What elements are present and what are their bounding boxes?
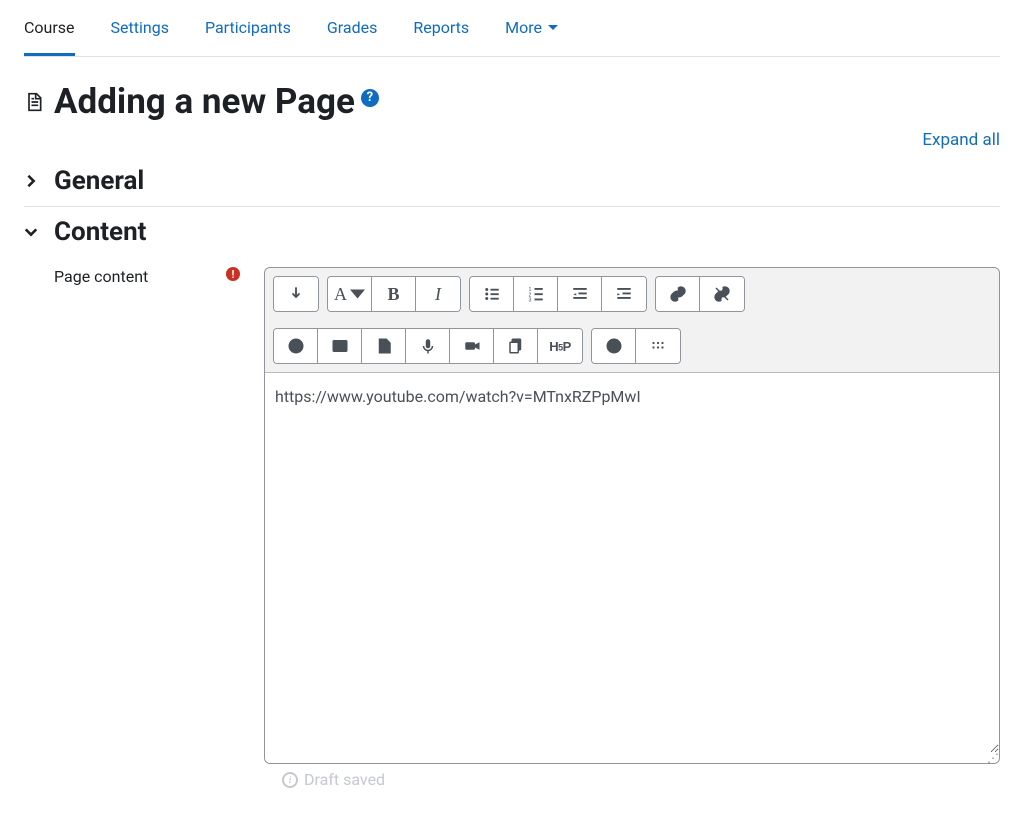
rich-text-editor: A B I 123	[264, 267, 1000, 764]
image-button[interactable]	[318, 329, 362, 363]
chevron-down-icon	[548, 25, 558, 30]
numbered-list-button[interactable]: 123	[514, 277, 558, 311]
italic-button[interactable]: I	[416, 277, 460, 311]
field-label-page-content: Page content	[54, 267, 148, 286]
link-button[interactable]	[656, 277, 700, 311]
chevron-right-icon	[24, 174, 38, 188]
chevron-down-icon	[24, 225, 38, 239]
bold-button[interactable]: B	[372, 277, 416, 311]
tab-grades[interactable]: Grades	[327, 0, 377, 56]
screenreader-helper-button[interactable]	[636, 329, 680, 363]
unlink-button[interactable]	[700, 277, 744, 311]
help-icon[interactable]: ?	[361, 89, 379, 107]
paragraph-style-button[interactable]: A	[328, 277, 372, 311]
page-resource-icon	[24, 92, 44, 112]
record-audio-button[interactable]	[406, 329, 450, 363]
accessibility-checker-button[interactable]	[592, 329, 636, 363]
tab-settings[interactable]: Settings	[111, 0, 169, 56]
section-general: General	[24, 156, 1000, 207]
required-icon: !	[226, 267, 240, 281]
section-content-toggle[interactable]: Content	[24, 217, 1000, 247]
course-nav-tabs: Course Settings Participants Grades Repo…	[24, 0, 1000, 57]
bulleted-list-button[interactable]	[470, 277, 514, 311]
tab-course[interactable]: Course	[24, 0, 75, 56]
tab-more[interactable]: More	[505, 0, 558, 56]
draft-status: i Draft saved	[264, 770, 1000, 789]
indent-button[interactable]	[602, 277, 646, 311]
page-title: Adding a new Page?	[54, 81, 379, 122]
media-button[interactable]	[362, 329, 406, 363]
outdent-button[interactable]	[558, 277, 602, 311]
resize-handle-icon[interactable]: ⋰	[265, 753, 999, 763]
record-video-button[interactable]	[450, 329, 494, 363]
section-general-toggle[interactable]: General	[24, 166, 1000, 196]
emoji-button[interactable]	[274, 329, 318, 363]
tab-reports[interactable]: Reports	[413, 0, 469, 56]
section-content: Content Page content !	[24, 207, 1000, 799]
h5p-button[interactable]: H5P	[538, 329, 582, 363]
editor-toolbar: A B I 123	[265, 268, 999, 373]
tab-participants[interactable]: Participants	[205, 0, 291, 56]
info-icon: i	[282, 772, 298, 788]
toolbar-toggle-button[interactable]	[274, 277, 318, 311]
manage-files-button[interactable]	[494, 329, 538, 363]
expand-all-link[interactable]: Expand all	[922, 130, 1000, 150]
svg-text:3: 3	[528, 298, 531, 304]
page-content-input[interactable]: https://www.youtube.com/watch?v=MTnxRZPp…	[265, 373, 999, 753]
